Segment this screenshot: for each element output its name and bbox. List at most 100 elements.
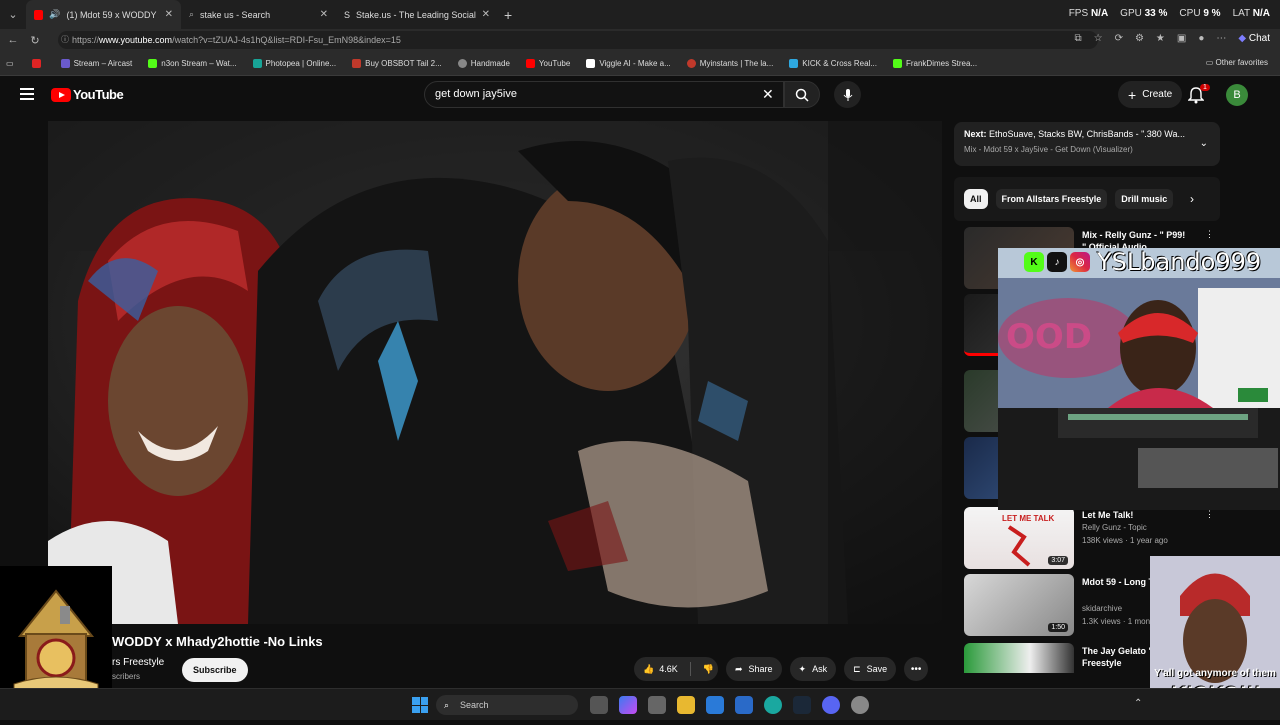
search-button[interactable] [784, 81, 820, 108]
bookmarks-bar: ▭ Stream – Aircast n3on Stream – Wat... … [0, 51, 1280, 76]
video-thumbnail: 1:50 [964, 574, 1074, 636]
bookmark-item[interactable] [31, 58, 45, 68]
close-tab-icon[interactable]: ✕ [165, 9, 173, 20]
refresh-extension-icon[interactable]: ⟳ [1115, 33, 1123, 44]
subscribe-button[interactable]: Subscribe [182, 658, 248, 682]
file-explorer-icon[interactable] [677, 696, 695, 714]
bookmarks-icon[interactable]: ▭ [6, 59, 14, 68]
save-button[interactable]: ⊏ Save [844, 657, 897, 681]
duration-badge: 3:07 [1048, 556, 1068, 565]
open-in-app-icon[interactable]: ⧉ [1074, 33, 1081, 44]
back-icon[interactable]: ← [2, 34, 24, 46]
copilot-icon: ◆ [1238, 33, 1247, 44]
ask-button[interactable]: ✦ Ask [789, 657, 837, 681]
bookmark-item[interactable]: Viggle AI - Make a... [586, 58, 671, 68]
bookmark-favicon-icon [789, 58, 799, 68]
thumbs-up-icon: 👍 [643, 663, 655, 674]
bookmark-item[interactable]: n3on Stream – Wat... [148, 58, 237, 68]
bookmark-item[interactable]: Handmade [457, 58, 510, 68]
clear-search-icon[interactable]: ✕ [762, 86, 774, 103]
instagram-icon: ◎ [1070, 252, 1090, 272]
search-icon: ⌕ [189, 9, 195, 19]
copilot-chat-button[interactable]: ◆ Chat [1238, 33, 1270, 44]
tab-stake-search[interactable]: ⌕ stake us - Search ✕ [181, 0, 336, 29]
chip-from-allstars[interactable]: From Allstars Freestyle [995, 189, 1108, 209]
bookmark-item[interactable]: YouTube [525, 58, 570, 68]
youtube-favicon-icon [34, 9, 44, 20]
like-button[interactable]: 👍 4.6K [643, 664, 678, 675]
taskbar-search[interactable]: ⌕ Search [436, 695, 578, 715]
video-title: WODDY x Mhady2hottie -No Links [112, 634, 323, 649]
more-vert-icon[interactable]: ⋮ [1205, 229, 1214, 240]
youtube-favicon-icon [525, 58, 535, 68]
store-icon[interactable] [648, 696, 666, 714]
share-button[interactable]: ➦ Share [725, 657, 782, 681]
task-view-icon[interactable] [590, 696, 608, 714]
video-thumbnail: LET ME TALK 3:07 [964, 507, 1074, 569]
video-player[interactable] [48, 121, 942, 624]
site-info-icon[interactable]: ⓘ [61, 31, 69, 49]
channel-name[interactable]: rs Freestyle [112, 657, 164, 668]
bookmark-item[interactable]: Stream – Aircast [60, 58, 132, 68]
playlist-panel[interactable]: Next: EthoSuave, Stacks BW, ChrisBands -… [954, 122, 1220, 166]
svg-text:LET ME TALK: LET ME TALK [1002, 514, 1055, 523]
stake-favicon-icon: S [344, 9, 351, 20]
extensions-icon[interactable]: ⚙ [1135, 33, 1144, 44]
more-menu-icon[interactable]: ⋯ [1216, 33, 1226, 44]
youtube-logo[interactable]: YouTube [51, 87, 124, 102]
tab-stake-us[interactable]: S Stake.us - The Leading Social Casi... … [336, 0, 498, 29]
more-vert-icon[interactable]: ⋮ [1205, 509, 1214, 520]
plus-icon: + [1128, 86, 1137, 103]
profile-icon[interactable]: ● [1198, 33, 1204, 44]
dislike-button[interactable]: 👎 [703, 664, 714, 675]
more-horiz-icon: ••• [910, 663, 922, 675]
toolbar-icons: ⧉ ☆ ⟳ ⚙ ★ ▣ ● ⋯ ◆ Chat [1074, 33, 1270, 44]
settings-icon[interactable] [851, 696, 869, 714]
favorite-star-icon[interactable]: ☆ [1094, 33, 1103, 44]
photos-icon[interactable] [706, 696, 724, 714]
chevron-down-icon[interactable]: ⌄ [1200, 138, 1208, 149]
avatar[interactable]: B [1226, 84, 1248, 106]
search-input[interactable]: get down jay5ive [424, 81, 784, 108]
discord-icon[interactable] [822, 696, 840, 714]
bookmark-item[interactable]: KICK & Cross Real... [789, 58, 877, 68]
bookmark-item[interactable]: Myinstants | The la... [686, 58, 773, 68]
copilot-icon[interactable] [619, 696, 637, 714]
collections-icon[interactable]: ▣ [1177, 33, 1186, 44]
tab-actions-menu[interactable]: ⌄ [0, 0, 26, 29]
bookmark-item[interactable]: FrankDimes Strea... [892, 58, 977, 68]
edge-icon[interactable] [764, 696, 782, 714]
chip-drill-music[interactable]: Drill music [1115, 189, 1174, 209]
rec-meta: 138K views · 1 year ago [1082, 536, 1168, 545]
close-tab-icon[interactable]: ✕ [320, 9, 328, 20]
tray-chevron-up-icon[interactable]: ⌃ [1134, 698, 1142, 709]
tab-youtube[interactable]: 🔊 (1) Mdot 59 x WODDY x Mha... ✕ [26, 0, 181, 29]
windows-start-icon[interactable] [412, 697, 428, 713]
share-arrow-icon: ➦ [734, 663, 743, 674]
steam-icon[interactable] [793, 696, 811, 714]
voice-search-button[interactable] [834, 81, 861, 108]
svg-text:OOD: OOD [1006, 317, 1092, 357]
favorites-icon[interactable]: ★ [1156, 33, 1165, 44]
more-actions-button[interactable]: ••• [904, 657, 929, 681]
create-button[interactable]: + Create [1118, 81, 1183, 108]
other-favorites[interactable]: ▭ Other favorites [1206, 58, 1268, 67]
mail-icon[interactable] [735, 696, 753, 714]
menu-icon[interactable] [20, 88, 34, 100]
playlist-next: Next: EthoSuave, Stacks BW, ChrisBands -… [964, 129, 1185, 139]
refresh-icon[interactable]: ↻ [24, 34, 46, 47]
close-tab-icon[interactable]: ✕ [482, 9, 490, 20]
rec-meta: 1.3K views · 1 mon [1082, 617, 1151, 626]
bookmark-favicon-icon [686, 58, 696, 68]
chevron-right-icon[interactable]: › [1190, 192, 1194, 206]
rec-channel: Relly Gunz - Topic [1082, 523, 1147, 532]
bookmark-item[interactable]: Buy OBSBOT Tail 2... [352, 58, 442, 68]
new-tab-button[interactable]: + [504, 7, 512, 23]
chip-all[interactable]: All [964, 189, 988, 209]
url-field[interactable]: ⓘ https://www.youtube.com/watch?v=tZUAJ-… [58, 31, 1098, 49]
rec-title: Let Me Talk! [1082, 510, 1134, 520]
youtube-play-icon [51, 87, 71, 102]
kick-icon: K [1024, 252, 1044, 272]
bookmark-item[interactable]: Photopea | Online... [252, 58, 336, 68]
bookmark-favicon-icon [352, 58, 362, 68]
